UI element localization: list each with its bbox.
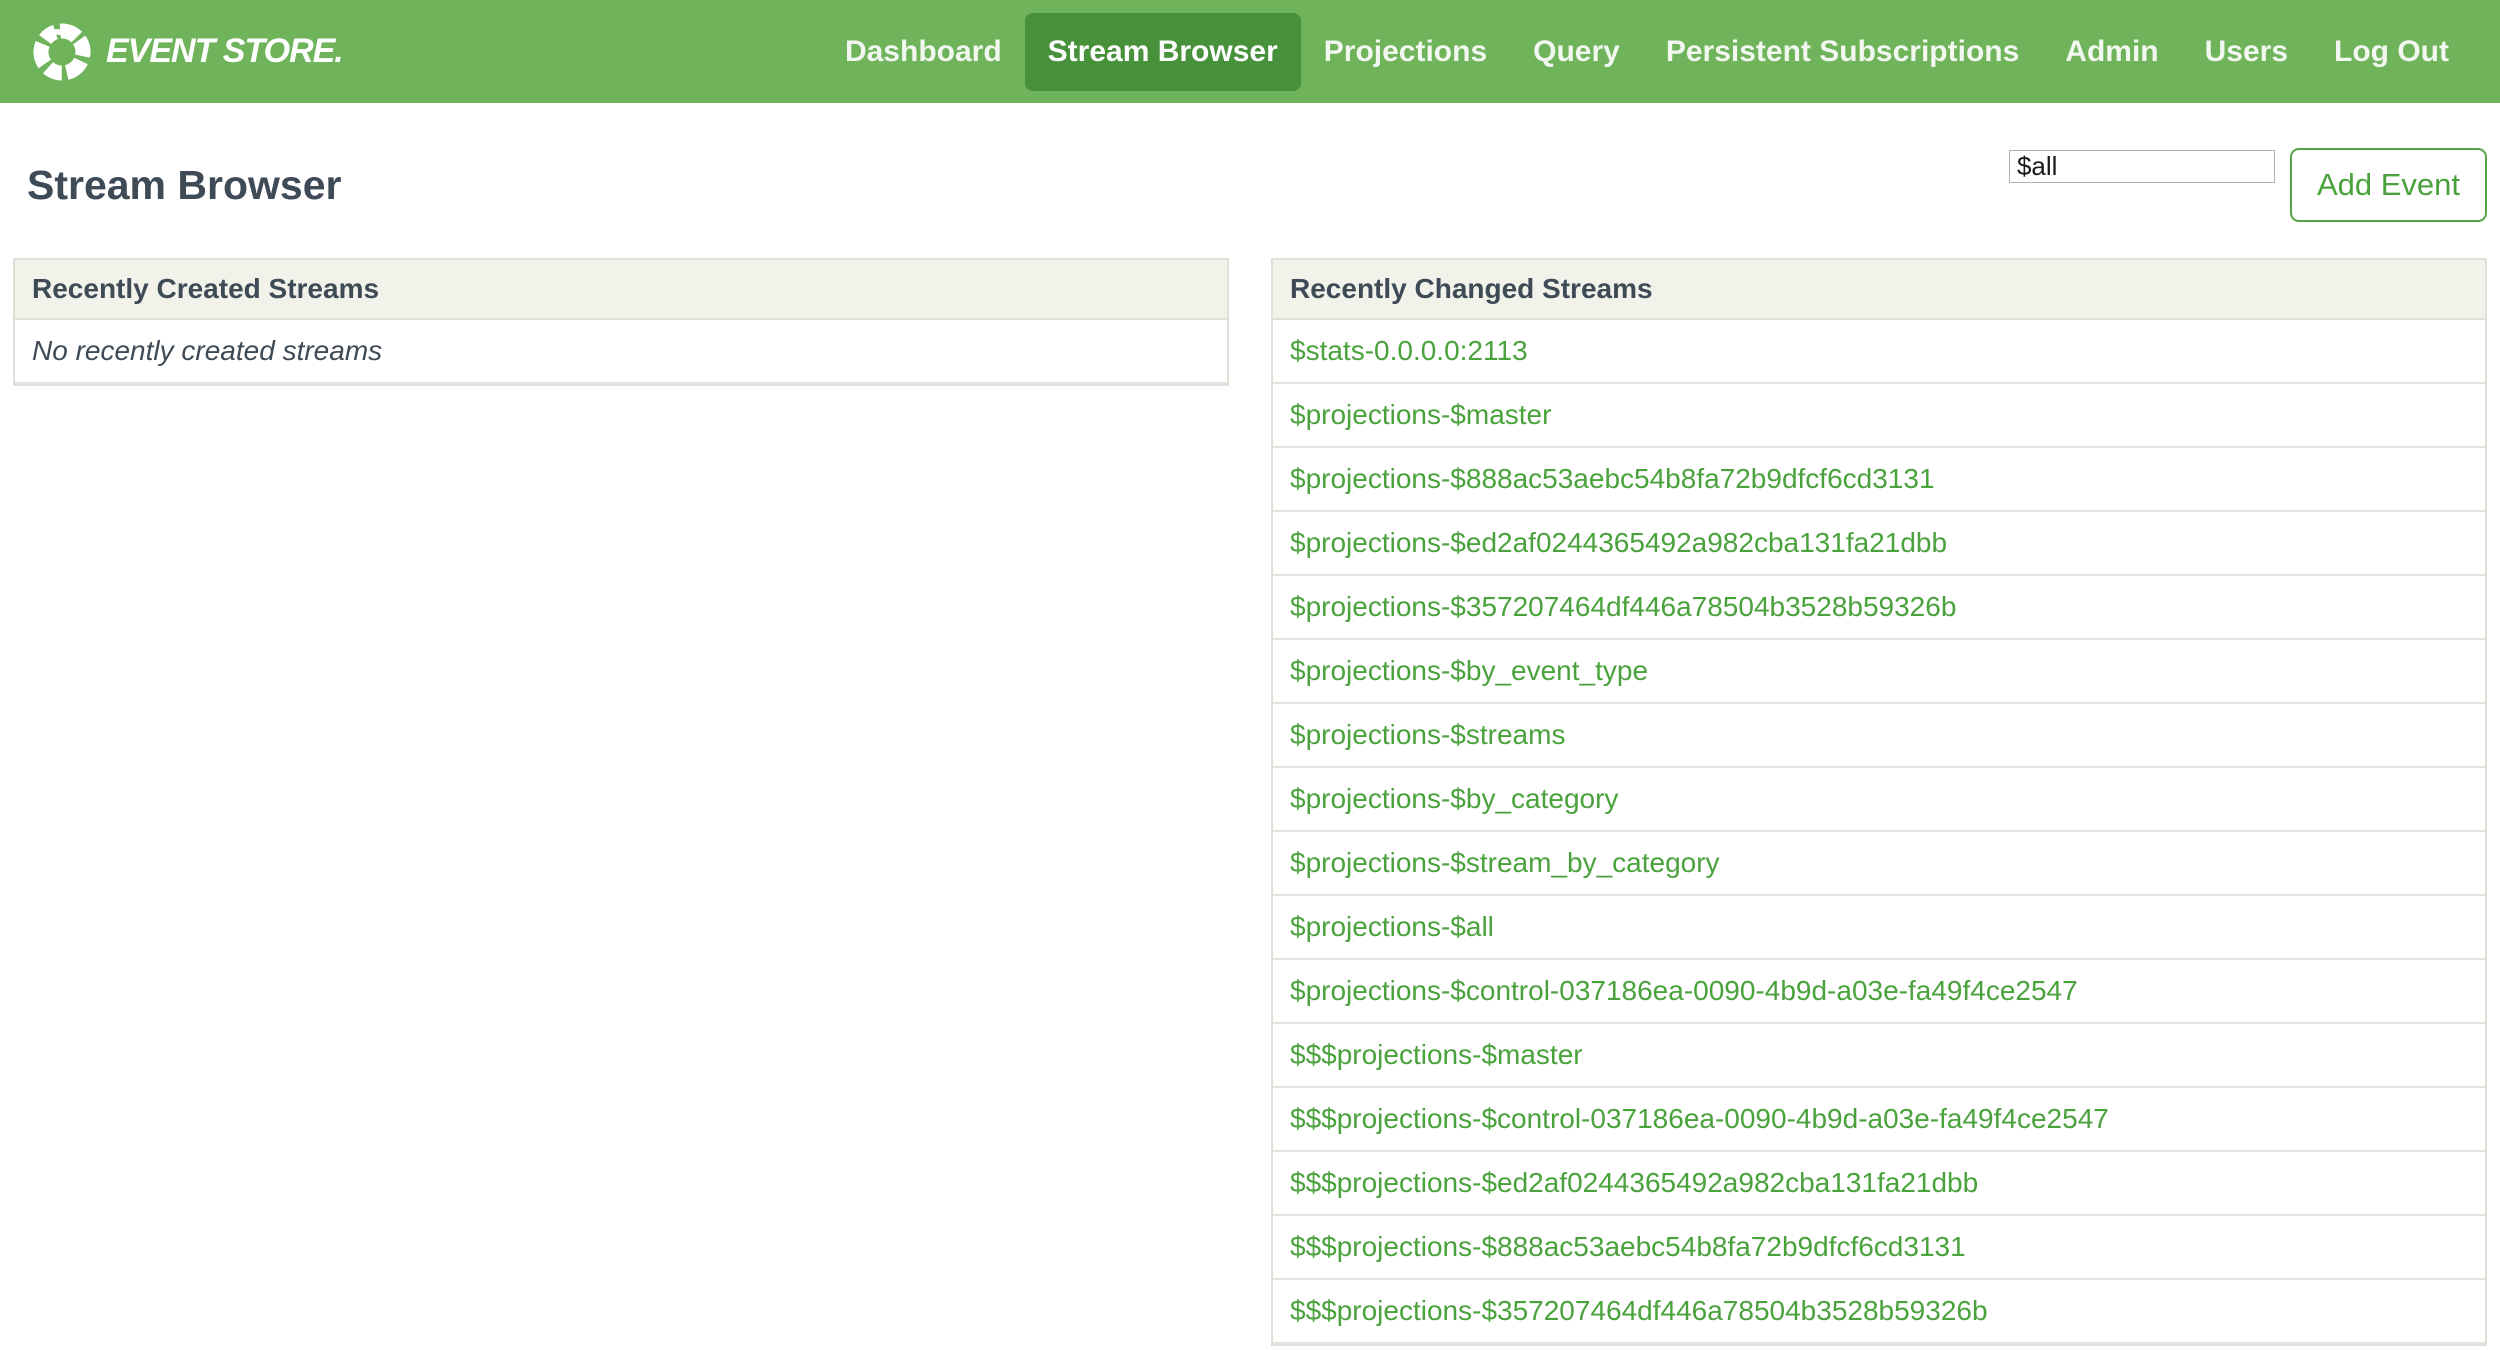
- stream-link[interactable]: $projections-$by_category: [1290, 783, 1618, 815]
- stream-row: $$$projections-$357207464df446a78504b352…: [1273, 1280, 2485, 1344]
- empty-message: No recently created streams: [32, 335, 383, 366]
- stream-link[interactable]: $projections-$all: [1290, 911, 1494, 943]
- stream-link[interactable]: $projections-$888ac53aebc54b8fa72b9dfcf6…: [1290, 463, 1935, 495]
- nav-item[interactable]: Projections: [1301, 13, 1510, 91]
- nav-item[interactable]: Query: [1510, 13, 1643, 91]
- stream-toolbar: Add Event: [2008, 148, 2487, 222]
- empty-row: No recently created streams: [15, 320, 1227, 384]
- stream-row: $$$projections-$master: [1273, 1024, 2485, 1088]
- stream-link[interactable]: $projections-$by_event_type: [1290, 655, 1648, 687]
- stream-link[interactable]: $projections-$master: [1290, 399, 1551, 431]
- stream-link[interactable]: $$$projections-$control-037186ea-0090-4b…: [1290, 1103, 2109, 1135]
- stream-row: $projections-$stream_by_category: [1273, 832, 2485, 896]
- stream-link[interactable]: $$$projections-$ed2af0244365492a982cba13…: [1290, 1167, 1978, 1199]
- stream-link[interactable]: $projections-$control-037186ea-0090-4b9d…: [1290, 975, 2078, 1007]
- stream-row: $projections-$master: [1273, 384, 2485, 448]
- recently-created-panel: Recently Created Streams No recently cre…: [13, 258, 1229, 386]
- stream-link[interactable]: $$$projections-$357207464df446a78504b352…: [1290, 1295, 1988, 1327]
- nav-item[interactable]: Users: [2182, 13, 2311, 91]
- stream-name-input[interactable]: [2008, 150, 2275, 183]
- page-content: Stream Browser Add Event Recently Create…: [0, 148, 2500, 1346]
- nav-item[interactable]: Log Out: [2311, 13, 2472, 91]
- stream-row: $projections-$888ac53aebc54b8fa72b9dfcf6…: [1273, 448, 2485, 512]
- stream-row: $$$projections-$control-037186ea-0090-4b…: [1273, 1088, 2485, 1152]
- stream-row: $$$projections-$ed2af0244365492a982cba13…: [1273, 1152, 2485, 1216]
- stream-panels: Recently Created Streams No recently cre…: [13, 258, 2487, 1346]
- stream-link[interactable]: $$$projections-$888ac53aebc54b8fa72b9dfc…: [1290, 1231, 1966, 1263]
- add-event-button[interactable]: Add Event: [2289, 148, 2487, 222]
- stream-link[interactable]: $projections-$stream_by_category: [1290, 847, 1720, 879]
- title-row: Stream Browser Add Event: [13, 148, 2487, 258]
- stream-row: $projections-$streams: [1273, 704, 2485, 768]
- stream-row: $$$projections-$888ac53aebc54b8fa72b9dfc…: [1273, 1216, 2485, 1280]
- stream-row: $projections-$by_event_type: [1273, 640, 2485, 704]
- page-title: Stream Browser: [27, 162, 342, 208]
- stream-link[interactable]: $$$projections-$master: [1290, 1039, 1583, 1071]
- brand[interactable]: EVENT STORE.: [30, 20, 344, 84]
- stream-row: $projections-$by_category: [1273, 768, 2485, 832]
- stream-row: $projections-$all: [1273, 896, 2485, 960]
- recently-changed-header: Recently Changed Streams: [1273, 260, 2485, 320]
- brand-name: EVENT STORE.: [106, 32, 344, 70]
- top-nav-bar: EVENT STORE. Dashboard Stream Browser Proj…: [0, 0, 2500, 103]
- nav-items: Dashboard Stream Browser Projections Query P…: [822, 12, 2472, 91]
- stream-row: $stats-0.0.0.0:2113: [1273, 320, 2485, 384]
- event-store-logo-icon: [30, 20, 94, 84]
- nav-item[interactable]: Stream Browser: [1024, 12, 1301, 91]
- stream-row: $projections-$357207464df446a78504b3528b…: [1273, 576, 2485, 640]
- stream-link[interactable]: $projections-$357207464df446a78504b3528b…: [1290, 591, 1956, 623]
- recently-created-header: Recently Created Streams: [15, 260, 1227, 320]
- nav-item[interactable]: Dashboard: [822, 13, 1025, 91]
- stream-link[interactable]: $projections-$ed2af0244365492a982cba131f…: [1290, 527, 1947, 559]
- recently-changed-panel: Recently Changed Streams $stats-0.0.0.0:…: [1271, 258, 2487, 1346]
- stream-link[interactable]: $stats-0.0.0.0:2113: [1290, 335, 1528, 367]
- nav-item[interactable]: Admin: [2042, 13, 2181, 91]
- nav-item[interactable]: Persistent Subscriptions: [1643, 13, 2042, 91]
- stream-row: $projections-$ed2af0244365492a982cba131f…: [1273, 512, 2485, 576]
- recently-changed-list: $stats-0.0.0.0:2113 $projections-$master…: [1273, 320, 2485, 1344]
- stream-link[interactable]: $projections-$streams: [1290, 719, 1565, 751]
- stream-row: $projections-$control-037186ea-0090-4b9d…: [1273, 960, 2485, 1024]
